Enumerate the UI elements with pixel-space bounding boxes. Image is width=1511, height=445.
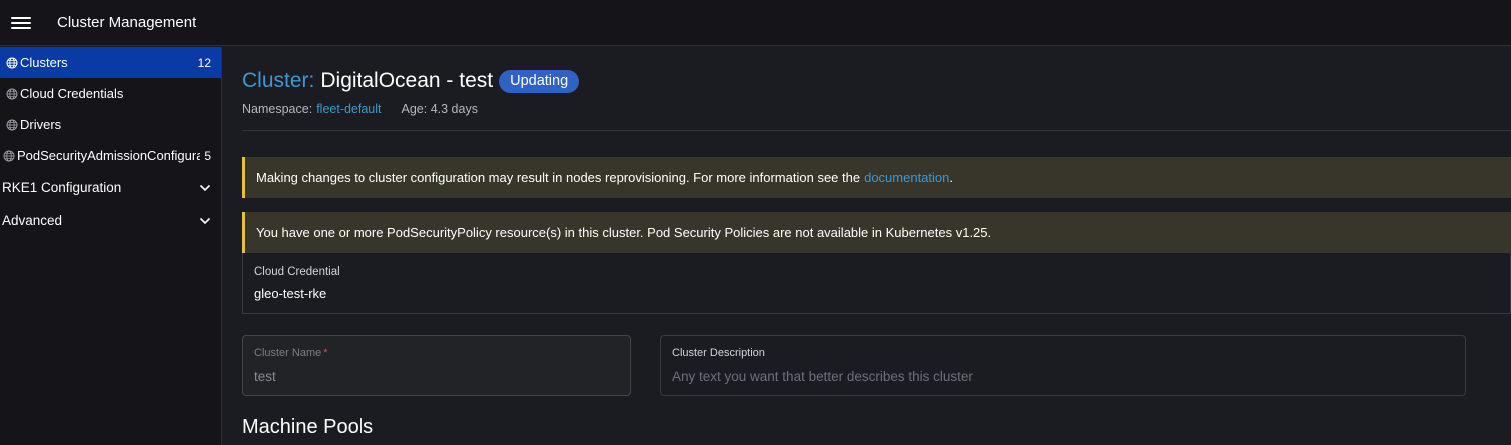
sidebar-group-advanced[interactable]: Advanced: [0, 204, 221, 237]
globe-icon: [6, 57, 18, 68]
hamburger-menu-icon[interactable]: [11, 15, 31, 31]
sidebar-item-label: Drivers: [20, 117, 62, 132]
age-text: Age: 4.3 days: [401, 102, 478, 116]
top-header: Cluster Management: [0, 0, 1511, 46]
globe-icon: [3, 150, 15, 161]
sidebar-item-cloud-credentials[interactable]: Cloud Credentials: [0, 78, 221, 109]
chevron-down-icon: [199, 217, 211, 224]
banner-text: You have one or more PodSecurityPolicy r…: [256, 225, 992, 240]
sidebar-item-count: 5: [204, 148, 211, 163]
sidebar-item-clusters[interactable]: Clusters 12: [0, 47, 221, 78]
cloud-credential-display: Cloud Credential gleo-test-rke: [242, 253, 1511, 314]
banner-text: Making changes to cluster configuration …: [256, 170, 861, 185]
cluster-name-title: DigitalOcean - test: [320, 69, 494, 92]
divider: [242, 130, 1511, 131]
cluster-name-value: test: [254, 369, 276, 384]
cluster-meta: Namespace: fleet-default Age: 4.3 days: [242, 102, 478, 116]
cluster-description-placeholder: Any text you want that better describes …: [672, 369, 973, 384]
cluster-name-label-text: Cluster Name: [254, 347, 322, 359]
machine-pools-heading: Machine Pools: [242, 416, 374, 438]
namespace-link[interactable]: fleet-default: [316, 102, 381, 116]
status-badge: Updating: [499, 69, 580, 93]
sidebar-item-label: Cloud Credentials: [20, 86, 124, 101]
sidebar-group-label: RKE1 Configuration: [2, 180, 122, 195]
warning-banner-psp: You have one or more PodSecurityPolicy r…: [242, 212, 1511, 253]
cluster-name-field[interactable]: Cluster Name * test: [242, 335, 631, 396]
globe-icon: [6, 88, 18, 99]
page-title: Cluster: DigitalOcean - test Updating: [242, 69, 580, 93]
sidebar-item-count: 12: [197, 55, 211, 70]
sidebar-group-rke1-configuration[interactable]: RKE1 Configuration: [0, 171, 221, 204]
main-content: Cluster: DigitalOcean - test Updating Na…: [222, 47, 1511, 445]
sidebar-group-label: Advanced: [2, 213, 63, 228]
namespace-label: Namespace:: [242, 102, 313, 116]
cloud-credential-value: gleo-test-rke: [254, 286, 327, 301]
cloud-credential-label: Cloud Credential: [254, 266, 340, 278]
warning-banner-reprovisioning: Making changes to cluster configuration …: [242, 157, 1511, 198]
chevron-down-icon: [199, 184, 211, 191]
sidebar-item-label: PodSecurityAdmissionConfigurationTemplat…: [17, 148, 200, 163]
cluster-description-field[interactable]: Cluster Description Any text you want th…: [660, 335, 1466, 396]
banner-suffix: .: [949, 170, 953, 185]
title-prefix-link[interactable]: Cluster:: [242, 69, 314, 93]
documentation-link[interactable]: documentation: [864, 170, 949, 185]
required-mark: *: [323, 347, 328, 359]
header-title: Cluster Management: [57, 14, 197, 31]
globe-icon: [6, 119, 18, 130]
sidebar-item-drivers[interactable]: Drivers: [0, 109, 221, 140]
cluster-name-label: Cluster Name *: [254, 347, 630, 359]
sidebar-item-podsecurityadmission[interactable]: PodSecurityAdmissionConfigurationTemplat…: [0, 140, 221, 171]
sidebar-item-label: Clusters: [20, 55, 68, 70]
cluster-description-label: Cluster Description: [672, 347, 765, 359]
sidebar: Clusters 12 Cloud Credentials Drivers Po…: [0, 47, 222, 445]
